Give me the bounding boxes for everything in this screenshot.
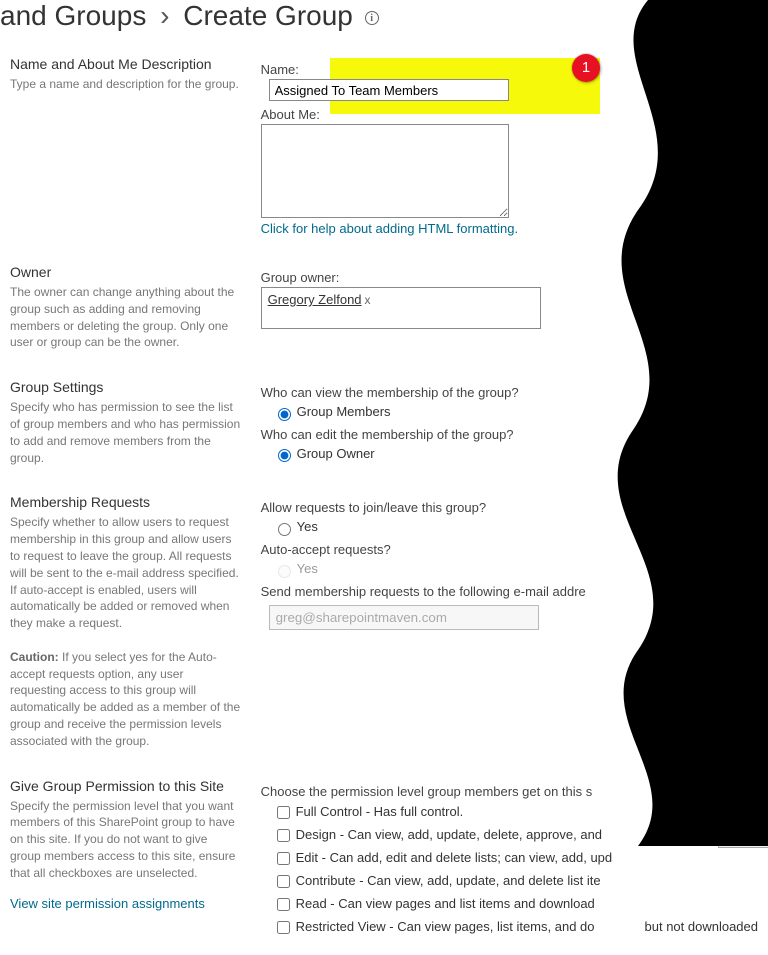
page-title: and Groups › Create Group i (0, 0, 768, 42)
section-requests-title: Membership Requests (10, 494, 241, 510)
section-settings-title: Group Settings (10, 379, 241, 395)
html-help-link[interactable]: Click for help about adding HTML formatt… (261, 221, 518, 236)
name-label: Name: (261, 62, 758, 77)
perm-design-checkbox[interactable] (277, 829, 290, 842)
callout-badge-1: 1 (572, 54, 600, 82)
perm-restricted-label: Restricted View - Can view pages, list i… (296, 918, 595, 933)
breadcrumb-current: Create Group (183, 0, 353, 31)
perm-design-label: Design - Can view, add, update, delete, … (296, 826, 602, 841)
requests-email-label: Send membership requests to the followin… (261, 584, 758, 599)
perm-edit-label: Edit - Can add, edit and delete lists; c… (296, 849, 613, 864)
owner-label: Group owner: (261, 270, 758, 285)
perm-restricted-tail: but not downloaded (645, 918, 758, 933)
owner-tag[interactable]: Gregory Zelfond (268, 292, 362, 307)
name-input[interactable] (269, 79, 509, 101)
view-membership-group-members-label: Group Members (297, 404, 391, 419)
callout-badge-2: 2 (690, 798, 718, 826)
owner-people-picker[interactable]: Gregory Zelfondx (261, 287, 541, 329)
perm-full-control-label: Full Control - Has full control. (296, 803, 464, 818)
edit-membership-group-owner-radio[interactable] (278, 449, 291, 462)
section-owner-desc: The owner can change anything about the … (10, 284, 241, 351)
choose-permission-text-end: JohnsTeam (670, 784, 736, 799)
section-requests-desc1: Specify whether to allow users to reques… (10, 515, 239, 630)
caution-label: Caution: (10, 650, 59, 664)
breadcrumb-separator: › (154, 0, 175, 31)
owner-tag-remove-icon[interactable]: x (362, 293, 371, 307)
auto-accept-question: Auto-accept requests? (261, 542, 758, 557)
view-membership-group-members-radio[interactable] (278, 408, 291, 421)
allow-requests-question: Allow requests to join/leave this group? (261, 500, 758, 515)
perm-edit-checkbox[interactable] (277, 852, 290, 865)
section-settings-desc: Specify who has permission to see the li… (10, 399, 241, 466)
about-label: About Me: (261, 107, 758, 122)
section-perm-desc: Specify the permission level that you wa… (10, 798, 241, 882)
perm-read-label: Read - Can view pages and list items and… (296, 895, 595, 910)
requests-email-input (269, 605, 539, 630)
perm-contribute-label: Contribute - Can view, add, update, and … (296, 872, 601, 887)
perm-restricted-checkbox[interactable] (277, 921, 290, 934)
about-textarea[interactable] (261, 124, 509, 218)
edit-membership-question: Who can edit the membership of the group… (261, 427, 758, 442)
perm-full-control-checkbox[interactable] (277, 806, 290, 819)
section-name-desc: Type a name and description for the grou… (10, 76, 241, 93)
section-perm-title: Give Group Permission to this Site (10, 778, 241, 794)
view-membership-question: Who can view the membership of the group… (261, 385, 758, 400)
choose-permission-text-start: Choose the permission level group member… (261, 784, 593, 799)
allow-requests-yes-label: Yes (297, 519, 318, 534)
perm-read-checkbox[interactable] (277, 898, 290, 911)
view-site-permissions-link[interactable]: View site permission assignments (10, 896, 205, 911)
auto-accept-yes-radio (278, 565, 291, 578)
caution-text: If you select yes for the Auto-accept re… (10, 650, 240, 748)
section-name-title: Name and About Me Description (10, 56, 241, 72)
section-owner-title: Owner (10, 264, 241, 280)
breadcrumb-parent[interactable]: and Groups (0, 0, 146, 31)
info-icon[interactable]: i (365, 11, 379, 25)
create-button[interactable]: Create (718, 822, 768, 848)
perm-contribute-checkbox[interactable] (277, 875, 290, 888)
auto-accept-yes-label: Yes (297, 561, 318, 576)
allow-requests-yes-radio[interactable] (278, 523, 291, 536)
edit-membership-group-owner-label: Group Owner (297, 446, 375, 461)
